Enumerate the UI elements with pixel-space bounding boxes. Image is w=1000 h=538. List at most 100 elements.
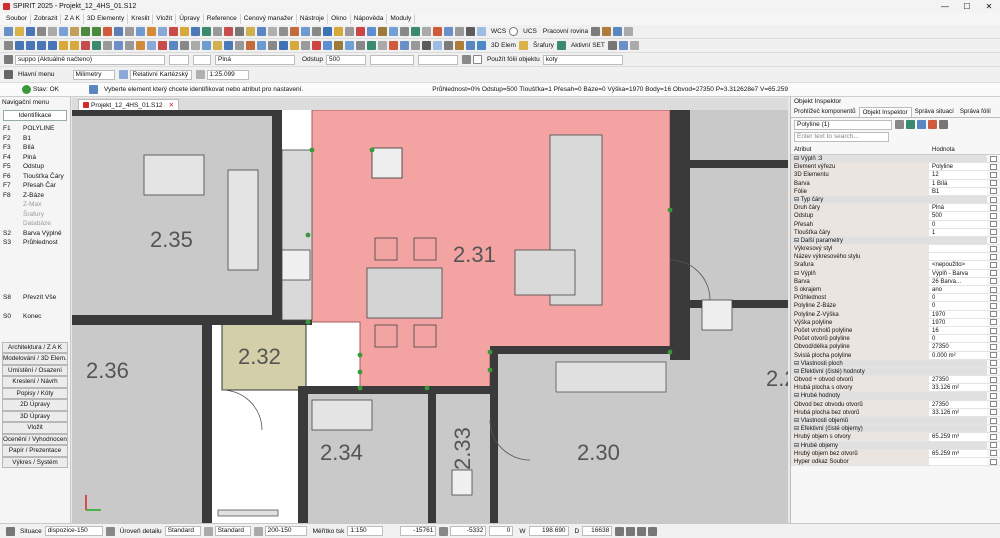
inspector-row-checkbox[interactable] bbox=[990, 311, 997, 318]
menu-moduly[interactable]: Moduly bbox=[387, 14, 416, 24]
menu-napoveda[interactable]: Nápověda bbox=[351, 14, 388, 24]
inspector-row[interactable]: Výkresový styl bbox=[791, 245, 1000, 254]
inspector-row[interactable]: Šrafura <nepoužito> bbox=[791, 261, 1000, 270]
inspector-row-value[interactable]: 0 bbox=[929, 220, 987, 228]
nav-item[interactable]: F4 Plná bbox=[0, 153, 70, 163]
layer-on-icon[interactable] bbox=[147, 41, 156, 50]
inspector-row[interactable]: 3D Elementu 12 bbox=[791, 171, 1000, 180]
overhang-field[interactable] bbox=[417, 54, 458, 65]
inspector-row-value[interactable]: 33.126 m² bbox=[929, 384, 987, 392]
identify-button[interactable]: Identifikace bbox=[3, 110, 67, 121]
inspector-row[interactable]: Výška polyline 1970 bbox=[791, 318, 1000, 327]
inspector-row-value[interactable]: 1 Bílá bbox=[929, 179, 987, 187]
inspector-row-checkbox[interactable] bbox=[990, 278, 997, 285]
inspector-row-value[interactable]: Polyline bbox=[929, 163, 987, 171]
zoom-prev-icon[interactable] bbox=[422, 41, 431, 50]
print-icon[interactable] bbox=[37, 27, 46, 36]
menu-reference[interactable]: Reference bbox=[204, 14, 241, 24]
slab-tool-icon[interactable] bbox=[422, 27, 431, 36]
join-icon[interactable] bbox=[235, 41, 244, 50]
stair-tool-icon[interactable] bbox=[400, 27, 409, 36]
inspector-row[interactable]: Přesah 0 bbox=[791, 220, 1000, 229]
zoom-window-icon[interactable] bbox=[400, 41, 409, 50]
inspector-row-checkbox[interactable] bbox=[990, 425, 997, 432]
inspector-row-value[interactable] bbox=[929, 245, 987, 253]
menu-grid-icon[interactable] bbox=[4, 70, 13, 79]
wcs-label[interactable]: WCS bbox=[491, 28, 506, 35]
inspector-row-checkbox[interactable] bbox=[990, 163, 997, 170]
explode-icon[interactable] bbox=[224, 41, 233, 50]
move-icon[interactable] bbox=[345, 27, 354, 36]
layer-off-icon[interactable] bbox=[158, 41, 167, 50]
inspector-row[interactable]: Hyper odkaz Soubor bbox=[791, 457, 1000, 467]
minimize-button[interactable]: — bbox=[934, 0, 956, 13]
arrow-down-icon[interactable] bbox=[48, 41, 57, 50]
nav-item[interactable]: F1 POLYLINE bbox=[0, 124, 70, 134]
layer-select[interactable]: suppo (Aktuálně načteno) bbox=[15, 54, 165, 65]
menu-kreslit[interactable]: Kreslit bbox=[128, 14, 154, 24]
dimension-tool-icon[interactable] bbox=[235, 27, 244, 36]
object-select[interactable]: Polyline (1) bbox=[794, 119, 892, 130]
inspector-row[interactable]: ⊟ Výplň Výplň - Barva bbox=[791, 269, 1000, 278]
inspector-row[interactable]: Obvod bez obvodu otvorů 27350 bbox=[791, 400, 1000, 409]
regen-icon[interactable] bbox=[389, 41, 398, 50]
menu-zobrazit[interactable]: Zobrazit bbox=[31, 14, 62, 24]
inspector-row-checkbox[interactable] bbox=[990, 433, 997, 440]
light-icon[interactable] bbox=[455, 41, 464, 50]
measure-icon[interactable] bbox=[257, 27, 266, 36]
render-icon[interactable] bbox=[466, 27, 475, 36]
snap-center-icon[interactable] bbox=[81, 41, 90, 50]
undo-icon[interactable] bbox=[81, 27, 90, 36]
nav-kresleni-button[interactable]: Kreslení / Návrh bbox=[2, 376, 68, 388]
inspector-row-checkbox[interactable] bbox=[990, 204, 997, 211]
inspector-row-checkbox[interactable] bbox=[990, 384, 997, 391]
snap-intersection-icon[interactable] bbox=[92, 41, 101, 50]
inspector-row-value[interactable]: <nepoužito> bbox=[929, 261, 987, 269]
nav-item-s0[interactable]: S0 Konec bbox=[0, 312, 70, 322]
inspector-row-value[interactable] bbox=[929, 155, 987, 163]
inspector-row[interactable]: Polyline Z-Báze 0 bbox=[791, 302, 1000, 311]
inspector-row[interactable]: ⊟ Vlastnosti ploch bbox=[791, 359, 1000, 368]
inspector-row[interactable]: ⊟ Výplň :3 bbox=[791, 155, 1000, 164]
section-tool-icon[interactable] bbox=[444, 27, 453, 36]
print-scale-select[interactable]: 1:150 bbox=[347, 526, 384, 536]
inspector-row-value[interactable]: 27350 bbox=[929, 400, 987, 408]
fillet-icon[interactable] bbox=[246, 41, 255, 50]
floor-plan[interactable]: 2.35 2.31 2.32 2.36 2.34 2.33 2.30 2.2 bbox=[72, 110, 788, 523]
inspector-row[interactable]: Hrubý objem bez otvorů 65.259 m³ bbox=[791, 449, 1000, 458]
wall-tool-icon[interactable] bbox=[367, 27, 376, 36]
inspector-row-checkbox[interactable] bbox=[990, 253, 997, 260]
search-input[interactable]: Enter text to search... bbox=[794, 132, 889, 142]
inspector-row-value[interactable]: 27350 bbox=[929, 343, 987, 351]
snap-perpendicular-icon[interactable] bbox=[103, 41, 112, 50]
select-icon[interactable] bbox=[4, 41, 13, 50]
inspector-row-value[interactable]: 16 bbox=[929, 326, 987, 335]
line-tool-icon[interactable] bbox=[169, 27, 178, 36]
nav-vykres-button[interactable]: Výkres / Systém bbox=[2, 456, 68, 468]
inspector-row-value[interactable] bbox=[929, 253, 987, 261]
use-foil-checkbox[interactable] bbox=[472, 55, 482, 64]
mirror-icon[interactable] bbox=[323, 27, 332, 36]
measure-area-icon[interactable] bbox=[345, 41, 354, 50]
active-set-label[interactable]: Aktivní SET bbox=[571, 42, 605, 49]
inspector-row-value[interactable]: 26 Barva... bbox=[929, 277, 987, 285]
list-icon[interactable] bbox=[356, 41, 365, 50]
snap-tangent-icon[interactable] bbox=[114, 41, 123, 50]
inspector-row-value[interactable] bbox=[929, 425, 987, 433]
inspector-row[interactable]: Odstup 500 bbox=[791, 212, 1000, 221]
inspector-row[interactable]: Druh čáry Plná bbox=[791, 204, 1000, 213]
linetype-select[interactable]: Plná bbox=[215, 54, 295, 65]
window-tool-icon[interactable] bbox=[389, 27, 398, 36]
inspector-row-checkbox[interactable] bbox=[990, 212, 997, 219]
inspector-row-checkbox[interactable] bbox=[990, 409, 997, 416]
tab-object-inspector[interactable]: Objekt Inspektor bbox=[858, 107, 912, 117]
inspector-row[interactable]: ⊟ Vlastnosti objemů bbox=[791, 417, 1000, 426]
foil-pick-icon[interactable] bbox=[461, 55, 471, 64]
nav-item-s8[interactable]: S8 Převzít Vše bbox=[0, 293, 70, 303]
erase-icon[interactable] bbox=[312, 41, 321, 50]
inspector-row-value[interactable]: 12 bbox=[929, 171, 987, 179]
inspector-row-checkbox[interactable] bbox=[990, 327, 997, 334]
menu-vlozit[interactable]: Vložit bbox=[153, 14, 177, 24]
color-dropdown[interactable] bbox=[193, 54, 211, 65]
nav-item[interactable]: S2 Barva Výplně bbox=[0, 229, 70, 239]
